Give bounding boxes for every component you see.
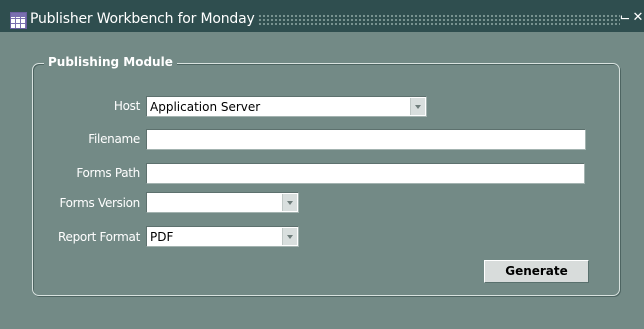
host-label-wrap: Host: [0, 98, 140, 114]
host-select[interactable]: Application Server: [146, 96, 427, 117]
chevron-down-icon[interactable]: [410, 98, 425, 115]
report-format-label-wrap: Report Format: [0, 229, 140, 245]
forms-path-label-wrap: Forms Path: [0, 165, 140, 181]
grid-table-icon: [10, 12, 27, 29]
forms-version-select[interactable]: [146, 192, 299, 213]
filename-label-wrap: Filename: [0, 131, 140, 147]
title-bar-texture: [258, 14, 620, 25]
chevron-down-icon[interactable]: [282, 228, 297, 245]
filename-label: Filename: [88, 132, 140, 146]
report-format-select-value: PDF: [150, 230, 174, 244]
generate-button[interactable]: Generate: [484, 260, 589, 283]
chevron-down-icon[interactable]: [282, 194, 297, 211]
window-title: Publisher Workbench for Monday: [30, 11, 255, 27]
report-format-label: Report Format: [58, 230, 140, 244]
forms-version-label: Forms Version: [59, 196, 140, 210]
report-format-select[interactable]: PDF: [146, 226, 299, 247]
filename-field[interactable]: [146, 129, 586, 150]
forms-path-label: Forms Path: [76, 166, 140, 180]
forms-version-label-wrap: Forms Version: [0, 195, 140, 211]
host-select-value: Application Server: [150, 100, 261, 114]
publisher-workbench-window: Publisher Workbench for Monday ⌙ ✕ Publi…: [0, 0, 644, 329]
minimize-icon[interactable]: ⌙: [618, 10, 632, 26]
forms-path-field[interactable]: [146, 163, 585, 184]
frame-title: Publishing Module: [44, 54, 177, 70]
title-bar[interactable]: Publisher Workbench for Monday ⌙ ✕: [0, 0, 644, 32]
close-icon[interactable]: ✕: [632, 10, 644, 26]
host-label: Host: [113, 99, 140, 113]
